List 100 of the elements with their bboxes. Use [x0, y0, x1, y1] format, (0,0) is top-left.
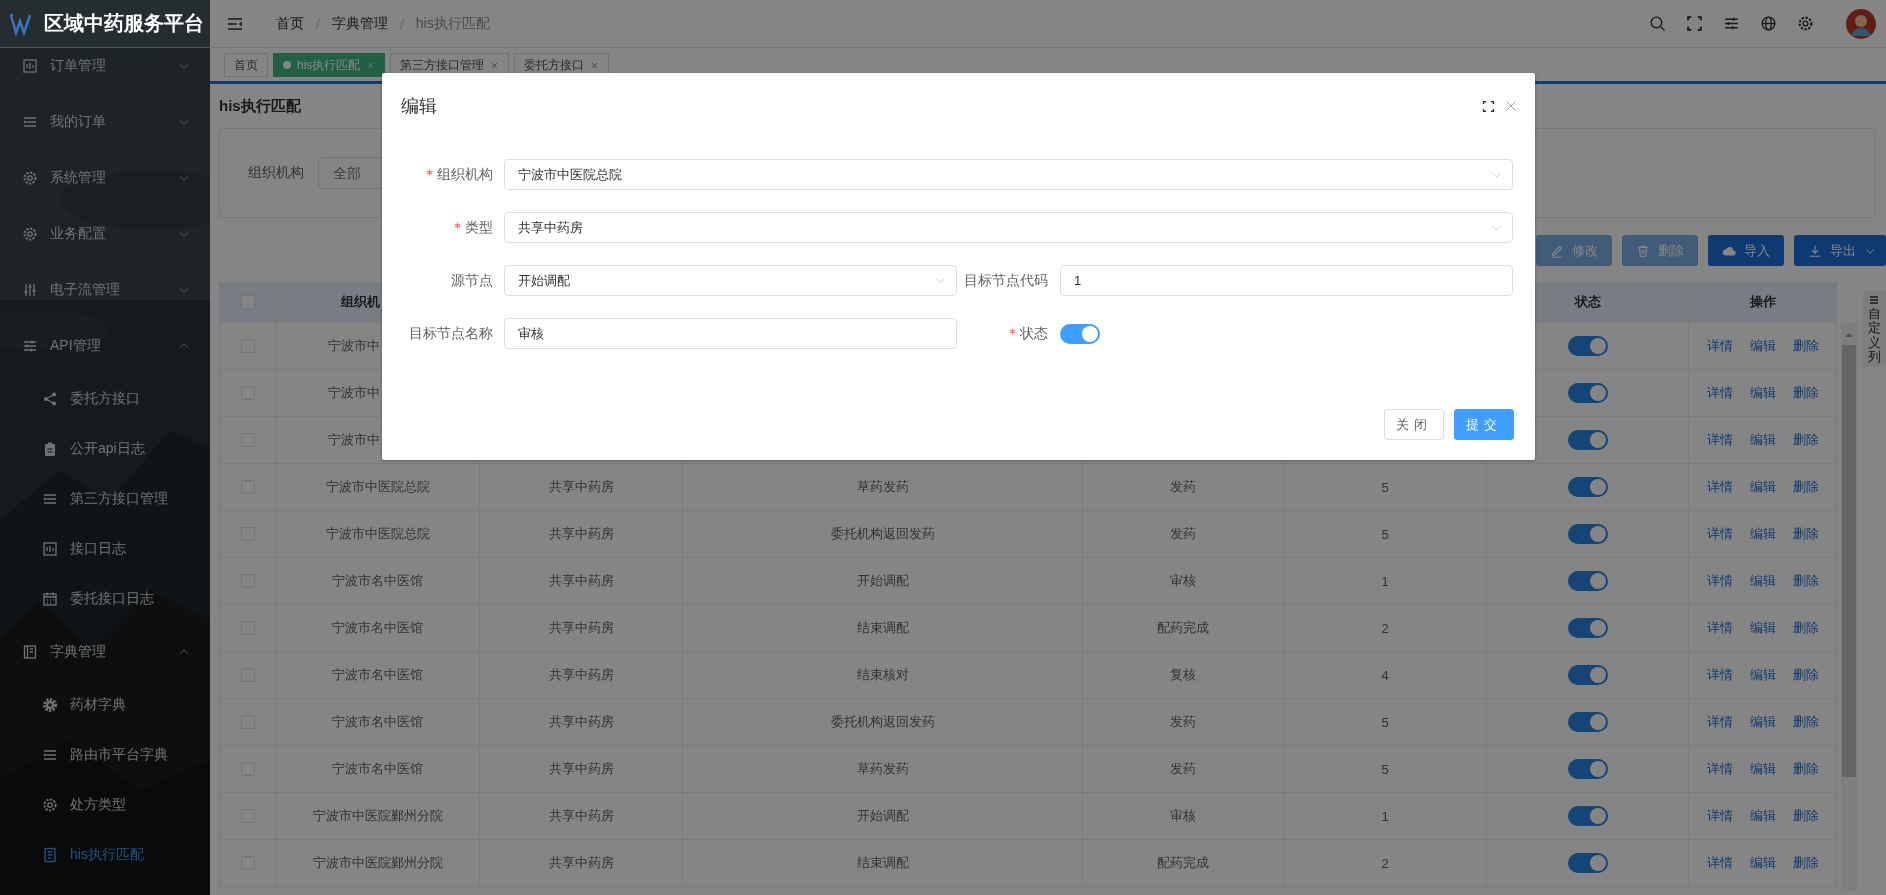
action-link[interactable]: 编辑 — [1749, 666, 1776, 684]
select-field[interactable]: 共享中药房 — [504, 212, 1513, 243]
action-link[interactable]: 详情 — [1706, 337, 1733, 355]
sidebar-item[interactable]: 委托接口日志 — [0, 574, 210, 624]
table-cell: 共享中药房 — [480, 746, 683, 792]
table-cell: 结束核对 — [683, 652, 1083, 698]
action-link[interactable]: 删除 — [1792, 666, 1819, 684]
table-cell: 宁波市名中医馆 — [276, 558, 480, 604]
action-link[interactable]: 删除 — [1792, 337, 1819, 355]
table-cell: 宁波市名中医馆 — [276, 746, 480, 792]
action-link[interactable]: 详情 — [1706, 666, 1733, 684]
action-link[interactable]: 删除 — [1792, 525, 1819, 543]
field-label: 组织机构 — [437, 165, 493, 184]
action-link[interactable]: 详情 — [1706, 431, 1733, 449]
table-cell: 5 — [1284, 746, 1487, 792]
table-cell: 审核 — [1083, 558, 1284, 604]
action-link[interactable]: 删除 — [1792, 384, 1819, 402]
dialog-title: 编辑 — [401, 95, 438, 118]
page-title: his执行匹配 — [219, 96, 301, 116]
table-cell: 宁波市名中医馆 — [276, 652, 480, 698]
breadcrumb-separator: / — [316, 15, 320, 32]
select-field[interactable]: 宁波市中医院总院 — [504, 159, 1513, 190]
action-link[interactable]: 详情 — [1706, 478, 1733, 496]
table-cell: 开始调配 — [683, 793, 1083, 839]
tab[interactable]: 首页 — [224, 53, 268, 77]
sidebar-item[interactable]: API管理 — [0, 318, 210, 374]
action-link[interactable]: 编辑 — [1749, 431, 1776, 449]
action-link[interactable]: 编辑 — [1749, 713, 1776, 731]
action-link[interactable]: 编辑 — [1749, 760, 1776, 778]
table-cell: 共享中药房 — [480, 652, 683, 698]
sidebar-item[interactable]: 接口日志 — [0, 524, 210, 574]
sidebar-item[interactable]: 订单管理 — [0, 48, 210, 94]
action-link[interactable]: 详情 — [1706, 572, 1733, 590]
sidebar-item[interactable]: 字典管理 — [0, 624, 210, 680]
action-link[interactable]: 编辑 — [1749, 807, 1776, 825]
action-link[interactable]: 编辑 — [1749, 525, 1776, 543]
table-cell: 2 — [1284, 840, 1487, 886]
sidebar-item[interactable]: 系统管理 — [0, 150, 210, 206]
action-link[interactable]: 编辑 — [1749, 619, 1776, 637]
action-link[interactable]: 删除 — [1792, 619, 1819, 637]
action-link[interactable]: 编辑 — [1749, 478, 1776, 496]
sidebar-item[interactable]: his执行匹配 — [0, 830, 210, 880]
tab[interactable]: his执行匹配 — [273, 53, 386, 77]
select-field[interactable]: 开始调配 — [504, 265, 957, 296]
breadcrumb-link[interactable]: 字典管理 — [331, 14, 388, 33]
sidebar-item[interactable]: 药材字典 — [0, 680, 210, 730]
toolbar-button[interactable]: 导入 — [1708, 235, 1784, 266]
sidebar-item[interactable]: 公开api日志 — [0, 424, 210, 474]
table-cell: 开始调配 — [683, 558, 1083, 604]
action-link[interactable]: 删除 — [1792, 713, 1819, 731]
table-cell: 委托机构返回发药 — [683, 511, 1083, 557]
action-link[interactable]: 详情 — [1706, 525, 1733, 543]
sidebar-item[interactable]: 路由市平台字典 — [0, 730, 210, 780]
table-cell: 共享中药房 — [480, 558, 683, 604]
action-link[interactable]: 详情 — [1706, 619, 1733, 637]
action-link[interactable]: 编辑 — [1749, 337, 1776, 355]
action-link[interactable]: 详情 — [1706, 713, 1733, 731]
table-cell: 宁波市中医院鄞州分院 — [276, 840, 480, 886]
sidebar-item[interactable]: 第三方接口管理 — [0, 474, 210, 524]
sidebar-item[interactable]: 业务配置 — [0, 206, 210, 262]
custom-columns-tab[interactable]: 自定义列 — [1862, 291, 1886, 367]
action-link[interactable]: 编辑 — [1749, 384, 1776, 402]
close-button[interactable]: 关闭 — [1384, 409, 1444, 440]
table-cell: 2 — [1284, 605, 1487, 651]
table-cell: 草药发药 — [683, 464, 1083, 510]
column-header: 操作 — [1689, 282, 1837, 322]
table-cell: 5 — [1284, 699, 1487, 745]
action-link[interactable]: 删除 — [1792, 854, 1819, 872]
table-cell: 共享中药房 — [480, 511, 683, 557]
action-link[interactable]: 删除 — [1792, 572, 1819, 590]
sidebar-item[interactable]: 我的订单 — [0, 94, 210, 150]
table-cell: 共享中药房 — [480, 793, 683, 839]
sidebar-item[interactable]: 电子流管理 — [0, 262, 210, 318]
table-cell: 共享中药房 — [480, 605, 683, 651]
action-link[interactable]: 编辑 — [1749, 854, 1776, 872]
table-cell: 宁波市中医院总院 — [276, 511, 480, 557]
action-link[interactable]: 删除 — [1792, 807, 1819, 825]
sidebar-item[interactable]: 委托方接口 — [0, 374, 210, 424]
sidebar-item[interactable]: 处方类型 — [0, 780, 210, 830]
input-field[interactable]: 审核 — [504, 318, 957, 349]
action-link[interactable]: 详情 — [1706, 807, 1733, 825]
action-link[interactable]: 编辑 — [1749, 572, 1776, 590]
table-cell: 委托机构返回发药 — [683, 699, 1083, 745]
field-label: 目标节点代码 — [964, 271, 1048, 290]
table-cell: 发药 — [1083, 511, 1284, 557]
action-link[interactable]: 详情 — [1706, 854, 1733, 872]
table-cell: 审核 — [1083, 793, 1284, 839]
submit-button[interactable]: 提交 — [1454, 409, 1514, 440]
toolbar-button[interactable]: 导出 — [1794, 235, 1886, 266]
table-cell: 4 — [1284, 652, 1487, 698]
input-field[interactable]: 1 — [1060, 265, 1513, 296]
action-link[interactable]: 详情 — [1706, 760, 1733, 778]
table-cell: 5 — [1284, 511, 1487, 557]
action-link[interactable]: 删除 — [1792, 760, 1819, 778]
action-link[interactable]: 详情 — [1706, 384, 1733, 402]
action-link[interactable]: 删除 — [1792, 478, 1819, 496]
table-cell: 复核 — [1083, 652, 1284, 698]
action-link[interactable]: 删除 — [1792, 431, 1819, 449]
table-cell: 5 — [1284, 464, 1487, 510]
breadcrumb-link[interactable]: 首页 — [276, 14, 304, 33]
